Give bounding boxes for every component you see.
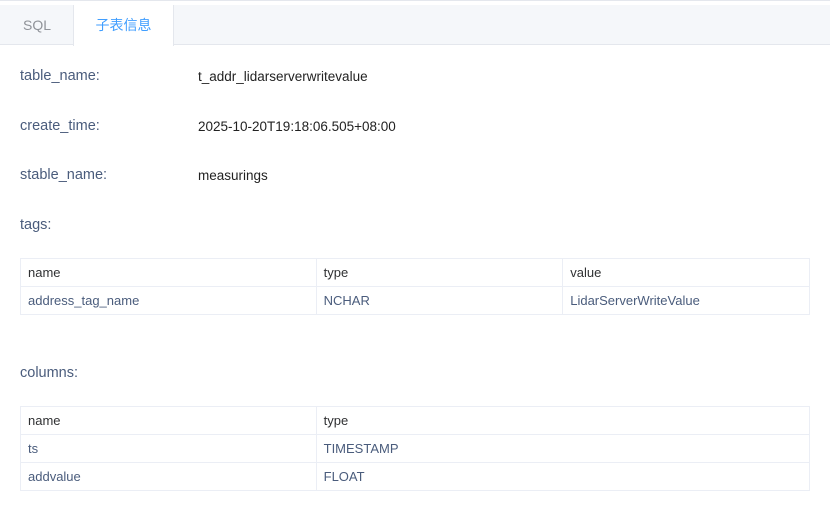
column-type-cell: TIMESTAMP	[315, 434, 811, 463]
column-name-cell: addvalue	[20, 462, 317, 491]
table-name-value: t_addr_lidarserverwritevalue	[198, 69, 368, 84]
create-time-label: create_time:	[20, 118, 100, 134]
stable-name-value: measurings	[198, 168, 268, 183]
tab-sql[interactable]: SQL	[0, 5, 74, 45]
table-name-label: table_name:	[20, 68, 100, 84]
tags-table: name type value address_tag_name NCHAR L…	[20, 258, 810, 315]
tags-header-value: value	[562, 258, 810, 287]
columns-header-type: type	[315, 406, 811, 435]
column-name-cell: ts	[20, 434, 317, 463]
columns-table: name type ts TIMESTAMP addvalue FLOAT	[20, 406, 811, 491]
tags-header-name: name	[20, 258, 317, 287]
columns-header-name: name	[20, 406, 317, 435]
columns-header-row: name type	[20, 406, 811, 435]
table-row: address_tag_name NCHAR LidarServerWriteV…	[20, 286, 810, 315]
tab-bar: SQL 子表信息	[0, 5, 830, 46]
tag-type-cell: NCHAR	[315, 286, 564, 315]
create-time-value: 2025-10-20T19:18:06.505+08:00	[198, 119, 396, 134]
columns-section-label: columns:	[20, 365, 79, 381]
table-row: addvalue FLOAT	[20, 462, 811, 491]
tags-header-type: type	[315, 258, 564, 287]
tag-name-cell: address_tag_name	[20, 286, 317, 315]
column-type-cell: FLOAT	[315, 462, 811, 491]
tags-header-row: name type value	[20, 258, 810, 287]
tab-subtable-info[interactable]: 子表信息	[73, 5, 174, 46]
tag-value-cell: LidarServerWriteValue	[562, 286, 810, 315]
table-row: ts TIMESTAMP	[20, 434, 811, 463]
subtable-info-panel: SQL 子表信息 table_name: t_addr_lidarserverw…	[0, 0, 830, 520]
stable-name-label: stable_name:	[20, 167, 108, 183]
tags-section-label: tags:	[20, 217, 52, 233]
